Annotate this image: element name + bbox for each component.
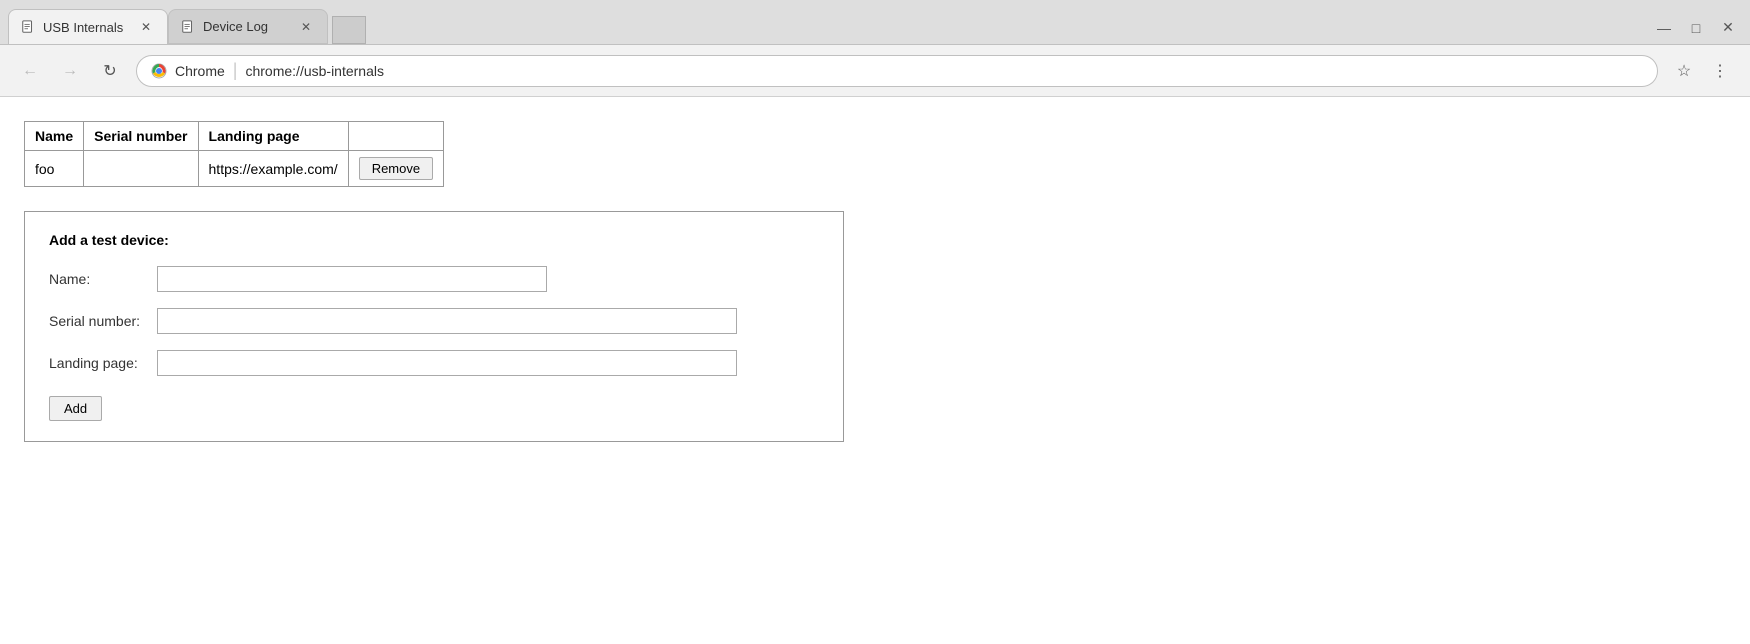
minimize-button[interactable]: — [1654, 20, 1674, 36]
remove-button[interactable]: Remove [359, 157, 433, 180]
forward-button[interactable]: → [56, 57, 84, 85]
chrome-logo-icon [151, 63, 167, 79]
landing-field-row: Landing page: [49, 350, 819, 376]
name-input[interactable] [157, 266, 547, 292]
col-header-landing: Landing page [198, 122, 348, 151]
maximize-button[interactable]: □ [1686, 20, 1706, 36]
name-label: Name: [49, 271, 149, 287]
serial-label: Serial number: [49, 313, 149, 329]
url-text: chrome://usb-internals [245, 63, 384, 79]
close-button[interactable]: ✕ [1718, 19, 1738, 36]
back-button[interactable]: ← [16, 57, 44, 85]
tab-device-log-close[interactable]: ✕ [297, 18, 315, 36]
tab-page-icon-2 [181, 20, 195, 34]
add-device-title: Add a test device: [49, 232, 819, 248]
tab-page-icon [21, 20, 35, 34]
cell-landing: https://example.com/ [198, 151, 348, 187]
title-bar: USB Internals ✕ Device Log ✕ — □ ✕ [0, 0, 1750, 45]
menu-button[interactable]: ⋮ [1706, 57, 1734, 85]
serial-input[interactable] [157, 308, 737, 334]
serial-field-row: Serial number: [49, 308, 819, 334]
device-table: Name Serial number Landing page foo http… [24, 121, 444, 187]
url-divider: | [233, 60, 238, 81]
table-row: foo https://example.com/ Remove [25, 151, 444, 187]
toolbar-right: ☆ ⋮ [1670, 57, 1734, 85]
cell-action: Remove [348, 151, 443, 187]
new-tab-placeholder [332, 16, 366, 44]
browser-brand-label: Chrome [175, 63, 225, 79]
add-button[interactable]: Add [49, 396, 102, 421]
page-content: Name Serial number Landing page foo http… [0, 97, 1750, 644]
tab-usb-internals[interactable]: USB Internals ✕ [8, 9, 168, 44]
landing-input[interactable] [157, 350, 737, 376]
tab-usb-internals-close[interactable]: ✕ [137, 18, 155, 36]
name-field-row: Name: [49, 266, 819, 292]
cell-serial [84, 151, 198, 187]
col-header-name: Name [25, 122, 84, 151]
tab-device-log[interactable]: Device Log ✕ [168, 9, 328, 44]
add-device-form: Add a test device: Name: Serial number: … [24, 211, 844, 442]
col-header-action [348, 122, 443, 151]
address-bar: ← → ↻ Chrome | chrome://usb-internals ☆ … [0, 45, 1750, 97]
window-controls: — □ ✕ [1654, 19, 1742, 44]
tab-device-log-label: Device Log [203, 19, 289, 34]
reload-button[interactable]: ↻ [96, 57, 124, 85]
table-header-row: Name Serial number Landing page [25, 122, 444, 151]
url-bar[interactable]: Chrome | chrome://usb-internals [136, 55, 1658, 87]
bookmark-button[interactable]: ☆ [1670, 57, 1698, 85]
tab-usb-internals-label: USB Internals [43, 20, 129, 35]
landing-label: Landing page: [49, 355, 149, 371]
col-header-serial: Serial number [84, 122, 198, 151]
cell-name: foo [25, 151, 84, 187]
